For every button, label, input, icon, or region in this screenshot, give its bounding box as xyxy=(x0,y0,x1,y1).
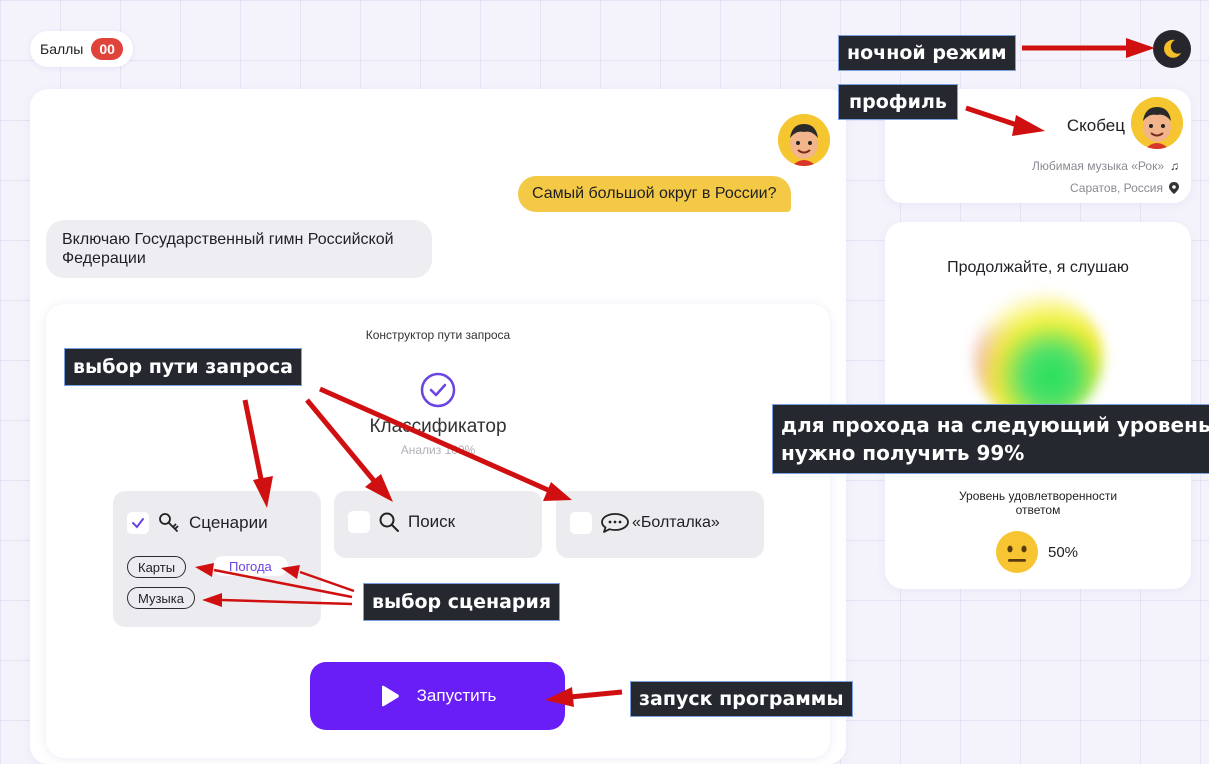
annotation-profile: профиль xyxy=(838,84,958,120)
annotation-level-hint: для прохода на следующий уровень нужно п… xyxy=(772,404,1209,474)
annotation-level-hint-line1: для прохода на следующий уровень xyxy=(781,413,1209,437)
annotation-scenario-choice: выбор сценария xyxy=(363,583,561,621)
annotation-level-hint-line2: нужно получить 99% xyxy=(781,441,1025,465)
annotation-night-mode: ночной режим xyxy=(838,35,1016,71)
annotation-route-choice: выбор пути запроса xyxy=(64,348,302,386)
annotation-launch: запуск программы xyxy=(630,681,853,717)
